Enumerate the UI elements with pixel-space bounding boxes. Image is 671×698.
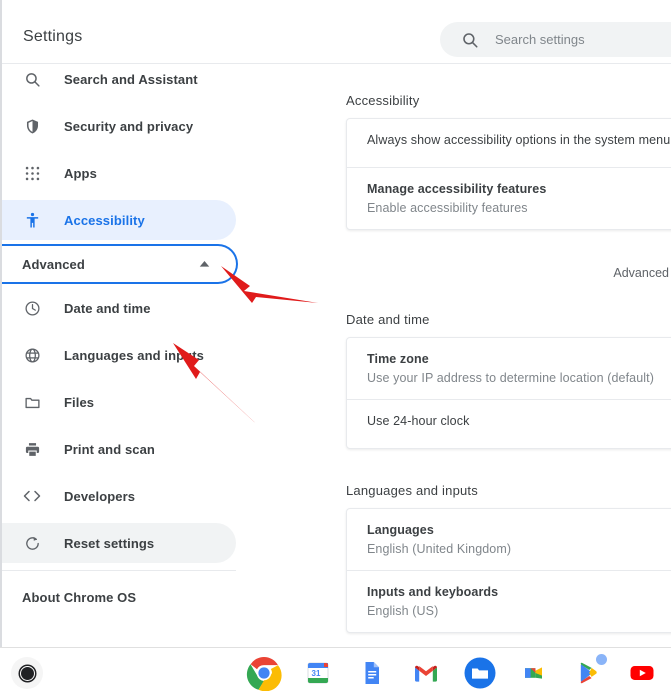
sidebar-item-security-and-privacy[interactable]: Security and privacy <box>2 106 236 146</box>
date-and-time-card: Time zone Use your IP address to determi… <box>346 337 671 449</box>
youtube-icon[interactable] <box>624 655 660 691</box>
page-title: Settings <box>23 28 83 45</box>
row-subtitle: Enable accessibility features <box>367 201 528 215</box>
settings-content: Accessibility Always show accessibility … <box>322 65 671 648</box>
row-use-24-hour-clock[interactable]: Use 24-hour clock <box>347 400 671 448</box>
accessibility-card: Always show accessibility options in the… <box>346 118 671 230</box>
sidebar-item-search-and-assistant[interactable]: Search and Assistant <box>2 65 236 99</box>
row-manage-accessibility-features[interactable]: Manage accessibility features Enable acc… <box>347 168 671 229</box>
settings-window: Settings Search and Assistant <box>0 0 671 648</box>
chevron-up-icon <box>199 261 210 268</box>
printer-icon <box>22 439 42 459</box>
row-title: Use 24-hour clock <box>367 414 470 428</box>
files-icon[interactable] <box>462 655 498 691</box>
google-docs-icon[interactable] <box>354 655 390 691</box>
reset-refresh-icon <box>22 533 42 553</box>
sidebar-item-developers[interactable]: Developers <box>2 476 236 516</box>
sidebar-item-date-and-time[interactable]: Date and time <box>2 288 236 328</box>
settings-header: Settings <box>2 0 671 64</box>
sidebar-item-label: Reset settings <box>64 535 155 551</box>
advanced-toggle-button[interactable]: Advanced <box>2 244 238 284</box>
code-brackets-icon <box>22 486 42 506</box>
svg-text:31: 31 <box>312 669 321 678</box>
chrome-icon[interactable] <box>246 655 282 692</box>
section-heading-accessibility: Accessibility <box>346 93 420 108</box>
settings-sidebar: Search and Assistant Security and privac… <box>2 65 322 648</box>
search-icon <box>461 31 479 49</box>
google-calendar-icon[interactable]: 31 <box>300 655 336 691</box>
row-title: Inputs and keyboards <box>367 585 499 599</box>
launcher-dot-icon <box>19 665 35 681</box>
row-title: Always show accessibility options in the… <box>367 133 671 147</box>
row-subtitle: Use your IP address to determine locatio… <box>367 371 654 385</box>
row-title: Manage accessibility features <box>367 182 547 196</box>
accessibility-person-icon <box>22 210 42 230</box>
grid-apps-icon <box>22 163 42 183</box>
search-box[interactable] <box>440 22 671 57</box>
row-title: Time zone <box>367 352 429 366</box>
play-store-update-badge <box>596 654 607 665</box>
play-store-icon[interactable] <box>570 654 607 691</box>
folder-icon <box>22 392 42 412</box>
sidebar-item-label: Date and time <box>64 300 151 316</box>
sidebar-item-reset-settings[interactable]: Reset settings <box>2 523 236 563</box>
sidebar-item-label: Developers <box>64 488 136 504</box>
globe-icon <box>22 345 42 365</box>
sidebar-item-apps[interactable]: Apps <box>2 153 236 193</box>
advanced-toggle-label: Advanced <box>22 256 85 272</box>
row-subtitle: English (US) <box>367 604 439 618</box>
row-time-zone[interactable]: Time zone Use your IP address to determi… <box>347 338 671 400</box>
sidebar-item-label: Files <box>64 394 95 410</box>
gmail-icon[interactable] <box>408 655 444 691</box>
row-title: Languages <box>367 523 434 537</box>
row-languages[interactable]: Languages English (United Kingdom) <box>347 509 671 571</box>
sidebar-item-label: Search and Assistant <box>64 71 198 87</box>
sidebar-item-print-and-scan[interactable]: Print and scan <box>2 429 236 469</box>
clock-icon <box>22 298 42 318</box>
sidebar-item-label: Languages and inputs <box>64 347 204 363</box>
sidebar-item-about-chrome-os[interactable]: About Chrome OS <box>2 577 236 617</box>
launcher-button[interactable] <box>11 657 43 689</box>
sidebar-item-label: Apps <box>64 165 97 181</box>
sidebar-divider <box>2 570 236 571</box>
languages-and-inputs-card: Languages English (United Kingdom) Input… <box>346 508 671 633</box>
sidebar-item-languages-and-inputs[interactable]: Languages and inputs <box>2 335 236 375</box>
row-subtitle: English (United Kingdom) <box>367 542 512 556</box>
sidebar-item-label: Accessibility <box>64 212 145 228</box>
advanced-content-link[interactable]: Advanced <box>322 266 671 280</box>
shelf-app-list: 31 <box>246 654 660 692</box>
sidebar-item-label: Security and privacy <box>64 118 194 134</box>
sidebar-item-label: About Chrome OS <box>22 589 137 605</box>
shield-icon <box>22 116 42 136</box>
google-meet-icon[interactable] <box>516 655 552 691</box>
sidebar-item-files[interactable]: Files <box>2 382 236 422</box>
row-always-show-accessibility-options[interactable]: Always show accessibility options in the… <box>347 119 671 168</box>
chromeos-shelf: 31 <box>0 647 671 698</box>
row-inputs-and-keyboards[interactable]: Inputs and keyboards English (US) <box>347 571 671 632</box>
section-heading-date-and-time: Date and time <box>346 312 430 327</box>
search-input[interactable] <box>495 32 655 47</box>
sidebar-item-accessibility[interactable]: Accessibility <box>2 200 236 240</box>
sidebar-item-label: Print and scan <box>64 441 155 457</box>
search-icon <box>22 69 42 89</box>
section-heading-languages-and-inputs: Languages and inputs <box>346 483 478 498</box>
